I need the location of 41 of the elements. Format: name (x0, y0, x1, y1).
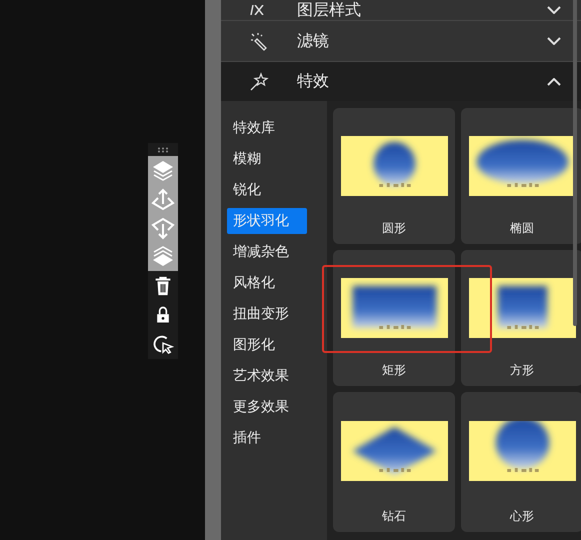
category-item[interactable]: 模糊 (227, 146, 307, 172)
section-title: 滤镜 (297, 30, 330, 52)
category-item[interactable]: 风格化 (227, 270, 307, 296)
effect-label: 矩形 (382, 362, 406, 379)
effect-card[interactable]: 矩形 (333, 250, 455, 386)
category-item[interactable]: 扭曲变形 (227, 301, 307, 327)
category-item[interactable]: 图形化 (227, 332, 307, 358)
magic-wand-icon (249, 31, 269, 51)
effect-card[interactable]: 椭圆 (461, 108, 581, 244)
section-header[interactable]: 特效 (221, 62, 581, 101)
category-item[interactable]: 特效库 (227, 115, 307, 141)
bring-forward-icon[interactable] (151, 158, 175, 182)
effect-card[interactable]: 心形 (461, 392, 581, 532)
effect-card[interactable]: 圆形 (333, 108, 455, 244)
move-up-icon[interactable] (151, 187, 175, 211)
category-item[interactable]: 增减杂色 (227, 239, 307, 265)
effect-label: 方形 (510, 362, 534, 379)
effect-label: 钻石 (382, 508, 406, 525)
chevron-down-icon (547, 6, 561, 14)
chevron-down-icon (547, 37, 561, 45)
section-title: 图层样式 (297, 0, 362, 20)
chevron-up-icon (547, 78, 561, 86)
section-title: 特效 (297, 71, 330, 92)
effect-label: 心形 (510, 508, 534, 525)
grip-icon[interactable] (157, 147, 169, 153)
category-item[interactable]: 锐化 (227, 177, 307, 203)
select-cursor-icon[interactable] (152, 333, 174, 355)
send-backward-icon[interactable] (151, 245, 175, 269)
scrollbar[interactable] (573, 0, 577, 326)
star-wand-icon (249, 72, 269, 92)
section-header[interactable]: 图层样式 (221, 0, 581, 21)
category-item[interactable]: 更多效果 (227, 394, 307, 420)
effect-label: 圆形 (382, 220, 406, 237)
category-item[interactable]: 形状羽化 (227, 208, 307, 234)
category-item[interactable]: 艺术效果 (227, 363, 307, 389)
move-down-icon[interactable] (151, 216, 175, 240)
effect-card[interactable]: 钻石 (333, 392, 455, 532)
effect-label: 椭圆 (510, 220, 534, 237)
section-header[interactable]: 滤镜 (221, 21, 581, 62)
category-item[interactable]: 插件 (227, 425, 307, 451)
effect-card[interactable]: 方形 (461, 250, 581, 386)
